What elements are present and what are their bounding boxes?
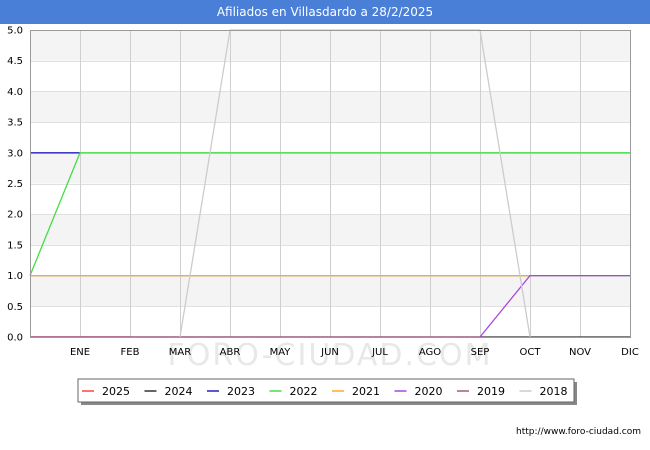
legend-entry-2022: 2022	[290, 385, 318, 398]
legend-entry-2024: 2024	[165, 385, 193, 398]
legend-entry-2020: 2020	[415, 385, 443, 398]
chart-svg: FORO-CIUDAD.COM 0.00.51.01.52.02.53.03.5…	[7, 26, 639, 405]
x-tick-label: MAR	[169, 347, 191, 358]
y-tick-label: 2.5	[7, 179, 23, 190]
x-tick-label: NOV	[569, 347, 591, 358]
legend-entry-2021: 2021	[352, 385, 380, 398]
y-tick-label: 0.0	[7, 333, 23, 344]
y-tick-label: 2.0	[7, 210, 23, 221]
x-tick-label: JUN	[320, 347, 339, 358]
y-axis-ticks: 0.0 0.5 1.0 1.5 2.0 2.5 3.0 3.5 4.0 4.5 5.0	[7, 26, 23, 344]
x-tick-label: SEP	[471, 347, 490, 358]
y-tick-label: 4.5	[7, 56, 23, 67]
y-tick-label: 3.5	[7, 118, 23, 129]
legend-entry-2018: 2018	[540, 385, 568, 398]
footer-url: http://www.foro-ciudad.com	[516, 427, 641, 437]
y-tick-label: 4.0	[7, 87, 23, 98]
y-tick-label: 1.0	[7, 271, 23, 282]
legend-entry-2019: 2019	[477, 385, 505, 398]
y-tick-label: 3.0	[7, 148, 23, 159]
x-tick-label: FEB	[121, 347, 140, 358]
x-tick-label: AGO	[419, 347, 441, 358]
x-tick-label: ABR	[220, 347, 241, 358]
x-tick-label: JUL	[371, 347, 388, 358]
y-tick-label: 0.5	[7, 302, 23, 313]
legend-entry-2025: 2025	[102, 385, 130, 398]
y-tick-label: 1.5	[7, 240, 23, 251]
x-tick-label: ENE	[70, 347, 90, 358]
legend: 2025 2024 2023 2022 2021 2020 2019 2018	[77, 378, 577, 405]
x-tick-label: OCT	[520, 347, 542, 358]
x-tick-label: MAY	[270, 347, 292, 358]
y-tick-label: 5.0	[7, 26, 23, 37]
legend-entry-2023: 2023	[227, 385, 255, 398]
x-tick-label: DIC	[621, 347, 639, 358]
